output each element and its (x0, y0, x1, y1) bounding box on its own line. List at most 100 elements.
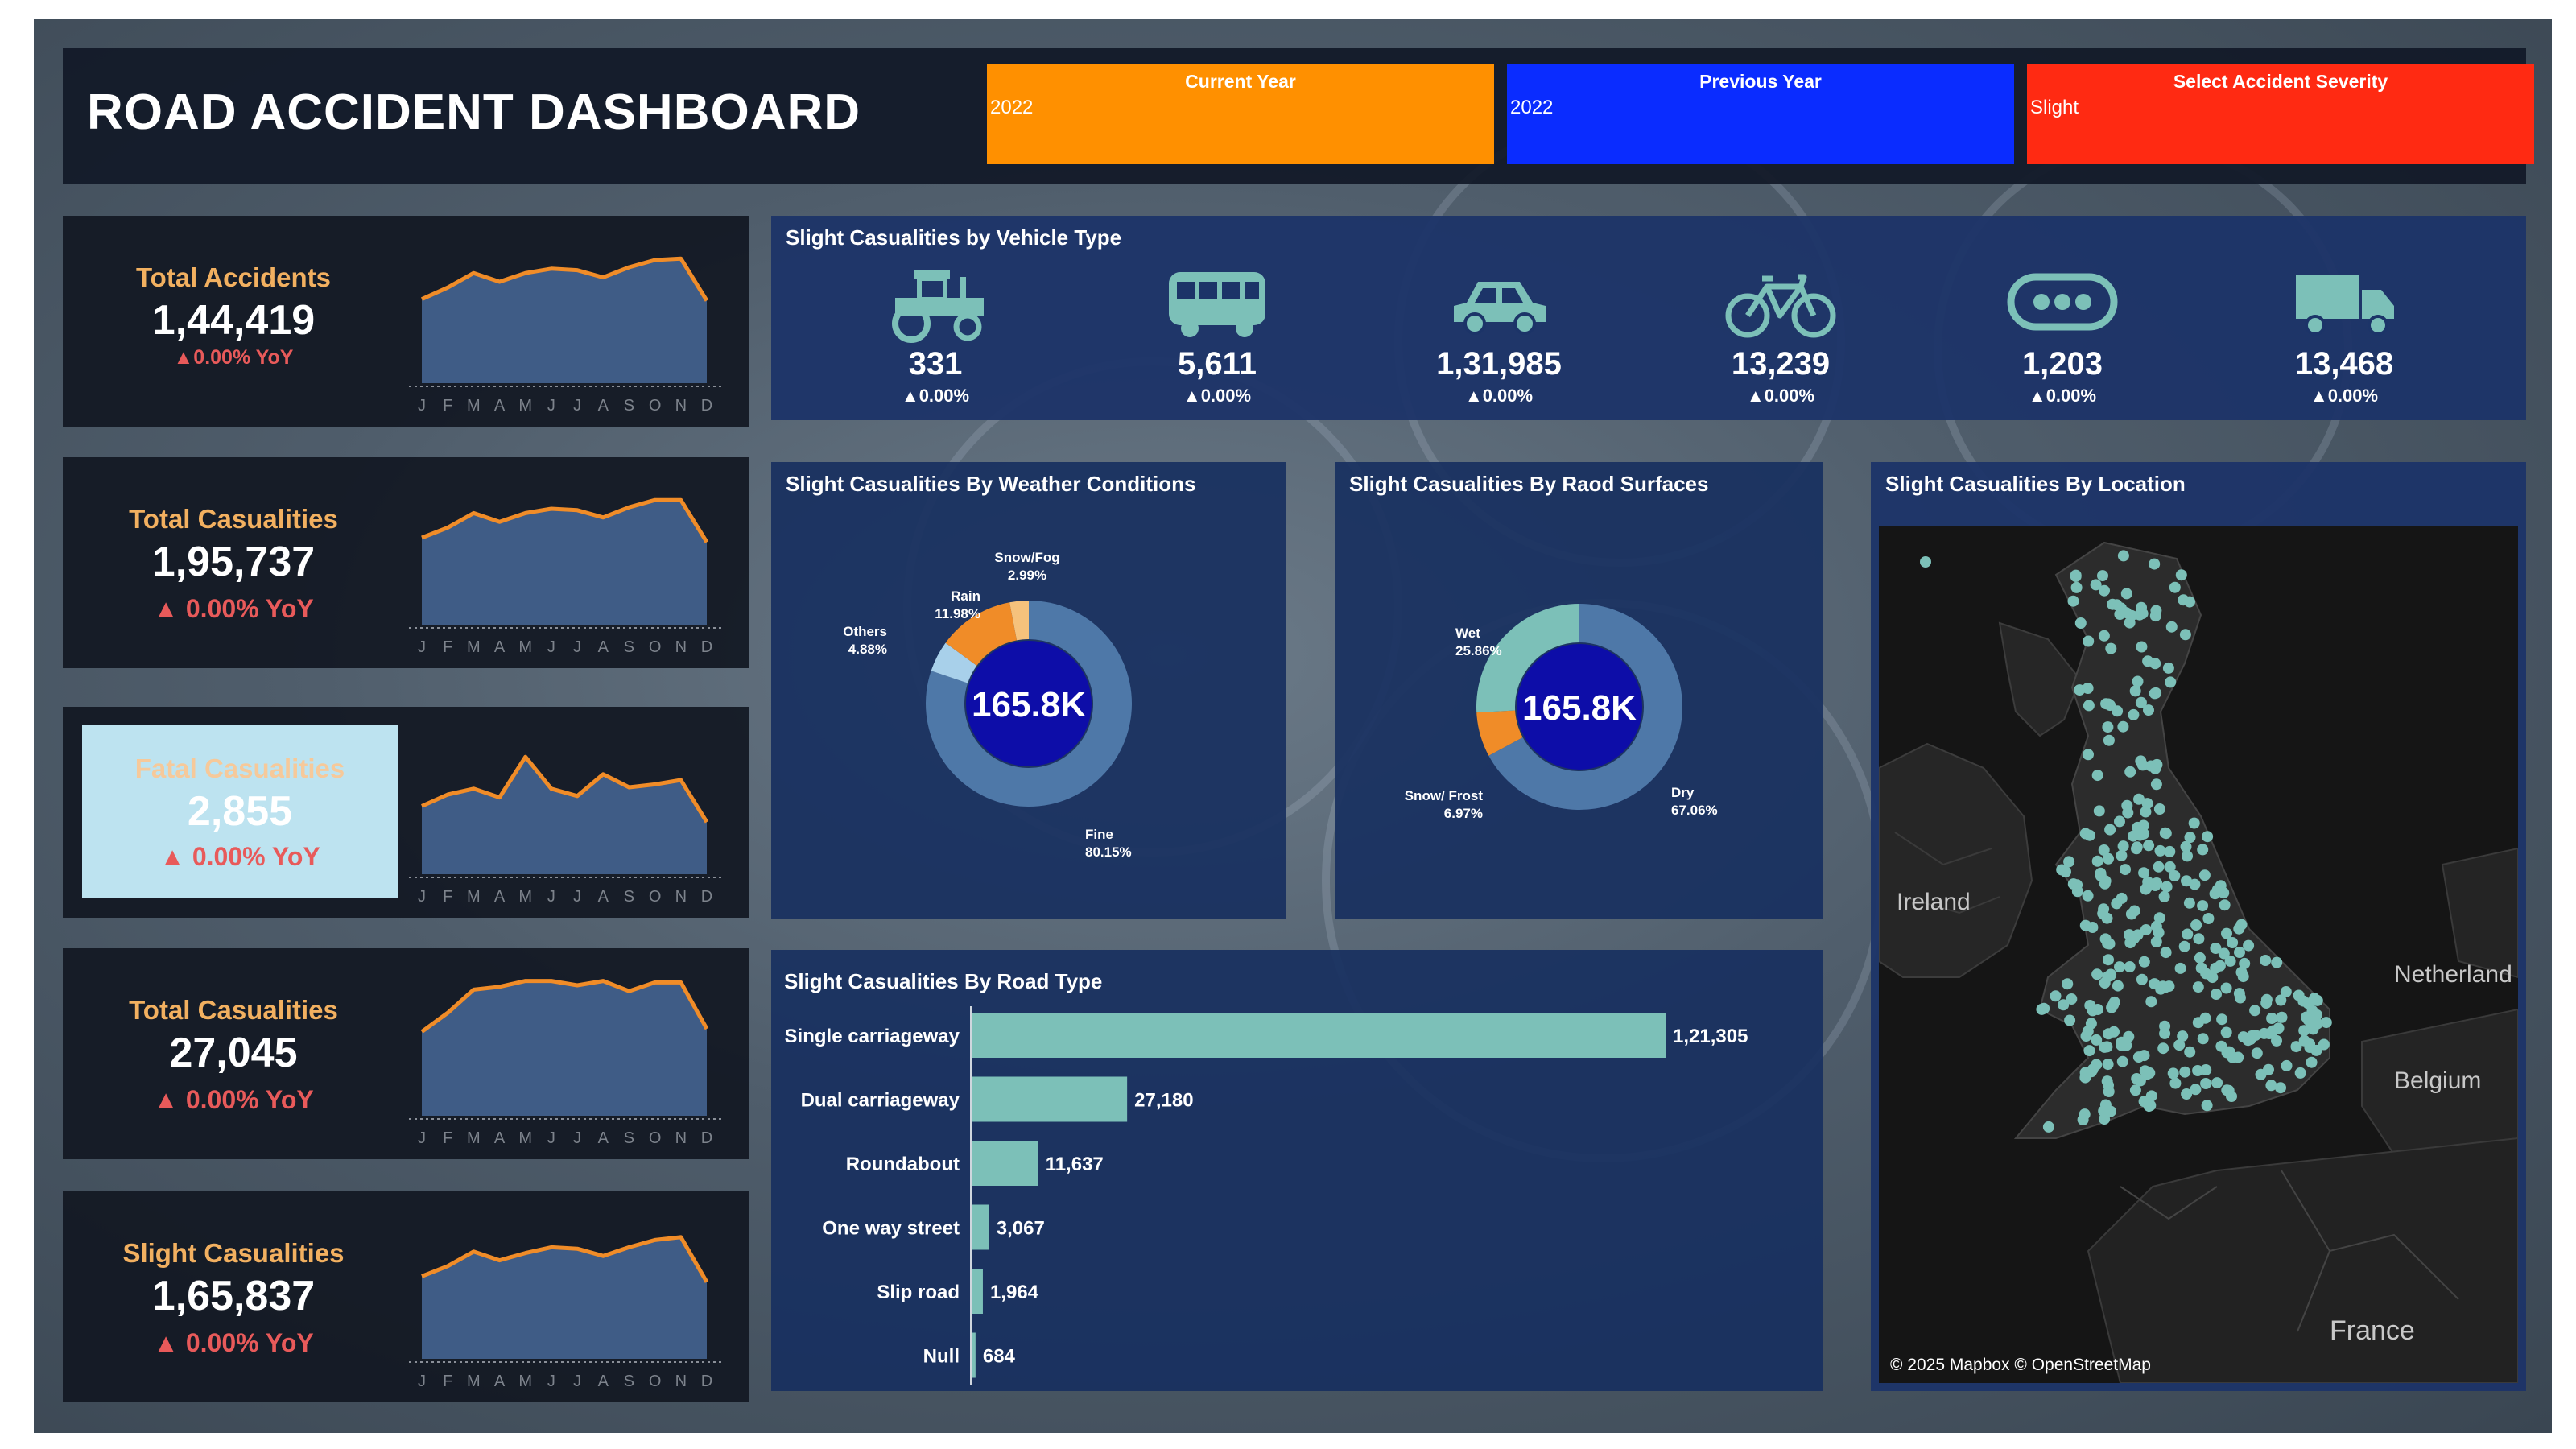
month-tick-label: J (547, 1129, 555, 1147)
map-label-belgium: Belgium (2394, 1067, 2482, 1094)
location-dot (2097, 570, 2108, 582)
location-dot (2165, 621, 2178, 633)
location-dot (2181, 1088, 2193, 1100)
kpi-slight-casualities[interactable]: Slight Casualities 1,65,837 ▲ 0.00% YoY … (63, 1191, 749, 1402)
slice-name-label: Dry (1671, 785, 1695, 800)
month-tick-label: D (701, 1373, 712, 1390)
location-dot (2100, 698, 2112, 710)
vehicle-bicycle[interactable]: 13,239 ▲0.00% (1676, 262, 1885, 407)
dashboard-title: ROAD ACCIDENT DASHBOARD (87, 85, 861, 140)
filter-value[interactable]: Slight (2030, 97, 2079, 119)
location-dot (2102, 971, 2114, 983)
vehicle-value: 13,468 (2294, 346, 2394, 382)
month-tick-label: A (494, 1129, 506, 1147)
filter-value[interactable]: 2022 (1510, 97, 1553, 119)
location-dot (2143, 1100, 2155, 1113)
location-dot (2080, 1030, 2092, 1042)
location-dot (2174, 962, 2186, 974)
location-dot (2104, 824, 2116, 836)
location-dot (2251, 1047, 2263, 1059)
location-dot (2128, 708, 2140, 720)
uk-map[interactable]: Ireland Netherland Belgium France © 2025… (1879, 526, 2518, 1383)
slice-name-label: Snow/ Frost (1405, 788, 1484, 803)
location-dot (2190, 919, 2202, 931)
location-dot (2221, 1046, 2233, 1059)
kpi-text: Fatal Casualities 2,855 ▲ 0.00% YoY (82, 724, 398, 898)
kpi-fatal-casualities[interactable]: Fatal Casualities 2,855 ▲ 0.00% YoY JFMA… (63, 707, 749, 918)
month-tick-label: N (675, 888, 687, 906)
slice-value-label: 11.98% (935, 606, 980, 621)
location-dot (2182, 928, 2194, 940)
bar-value-label: 1,964 (990, 1282, 1039, 1303)
map-label-ireland: Ireland (1897, 889, 1971, 915)
map-attribution[interactable]: © 2025 Mapbox © OpenStreetMap (1890, 1356, 2151, 1375)
location-dot (2114, 815, 2125, 828)
location-dot (2234, 947, 2245, 958)
month-tick-label: S (624, 397, 634, 415)
filter-value[interactable]: 2022 (990, 97, 1033, 119)
current-year-filter[interactable]: Current Year 2022 (987, 64, 1494, 164)
location-dot (2133, 793, 2145, 805)
location-dot (2164, 845, 2176, 857)
month-tick-label: A (598, 1373, 609, 1390)
severity-filter[interactable]: Select Accident Severity Slight (2027, 64, 2534, 164)
location-dot (2149, 558, 2161, 570)
vehicle-value: 1,203 (2021, 346, 2103, 382)
location-dot (2199, 1012, 2211, 1024)
vehicle-truck[interactable]: 13,468 ▲0.00% (2240, 262, 2449, 407)
location-dot (2145, 1090, 2157, 1102)
location-dot (2275, 1082, 2286, 1094)
slice-value-label: 25.86% (1455, 643, 1502, 658)
location-dot (2125, 609, 2137, 621)
month-tick-label: J (418, 397, 426, 415)
location-dot (2160, 947, 2172, 959)
location-dot (2124, 929, 2135, 941)
previous-year-filter[interactable]: Previous Year 2022 (1507, 64, 2014, 164)
slice-name-label: Others (843, 624, 887, 639)
kpi-total-casualities[interactable]: Total Casualities 1,95,737 ▲ 0.00% YoY J… (63, 457, 749, 668)
vehicle-car[interactable]: 1,31,985 ▲0.00% (1394, 262, 1604, 407)
location-dot (2258, 1027, 2270, 1039)
month-tick-label: S (624, 638, 634, 656)
month-tick-label: N (675, 397, 687, 415)
map-label-netherlands: Netherland (2394, 961, 2512, 988)
location-dot (2066, 993, 2078, 1005)
location-dot (2266, 1013, 2278, 1024)
location-dot (2202, 913, 2215, 924)
location-dot (2090, 579, 2102, 591)
location-dot (2070, 571, 2082, 582)
month-tick-label: J (418, 1373, 426, 1390)
monthly-trend-chart: JFMAMJJASOND (409, 754, 723, 906)
location-dot (2060, 866, 2071, 877)
kpi-total-accidents[interactable]: Total Accidents 1,44,419 ▲0.00% YoY JFMA… (63, 216, 749, 427)
month-tick-label: S (624, 888, 634, 906)
vehicle-other[interactable]: 1,203 ▲0.00% (1958, 262, 2167, 407)
location-dot (2132, 675, 2144, 687)
month-tick-label: D (701, 397, 712, 415)
location-dot (2149, 658, 2161, 670)
vehicle-tractor[interactable]: 331 ▲0.00% (831, 262, 1040, 407)
location-dot (2140, 806, 2152, 818)
location-dot (2120, 588, 2132, 600)
month-tick-label: J (573, 1373, 581, 1390)
location-dot (2235, 919, 2248, 931)
location-dot (2184, 832, 2196, 844)
category-label: Roundabout (846, 1154, 960, 1175)
location-dot (2131, 843, 2142, 855)
slice-value-label: 80.15% (1085, 844, 1132, 860)
location-dot (2087, 1005, 2099, 1017)
weather-conditions-panel: Slight Casualities By Weather Conditions… (771, 462, 1286, 919)
location-dot (2260, 993, 2273, 1005)
location-dot (2223, 1084, 2235, 1096)
location-dot (2141, 1068, 2153, 1080)
location-dot (2151, 877, 2163, 889)
location-dot (2181, 875, 2192, 887)
category-label: Slip road (877, 1282, 960, 1303)
vehicle-yoy: ▲0.00% (1183, 386, 1252, 406)
vehicle-bus[interactable]: 5,611 ▲0.00% (1113, 262, 1322, 407)
kpi-total-casualities-2[interactable]: Total Casualities 27,045 ▲ 0.00% YoY JFM… (63, 948, 749, 1159)
bar (972, 1332, 976, 1378)
location-dot (2158, 890, 2170, 902)
location-dot (2105, 642, 2117, 654)
vehicle-yoy: ▲0.00% (901, 386, 970, 406)
